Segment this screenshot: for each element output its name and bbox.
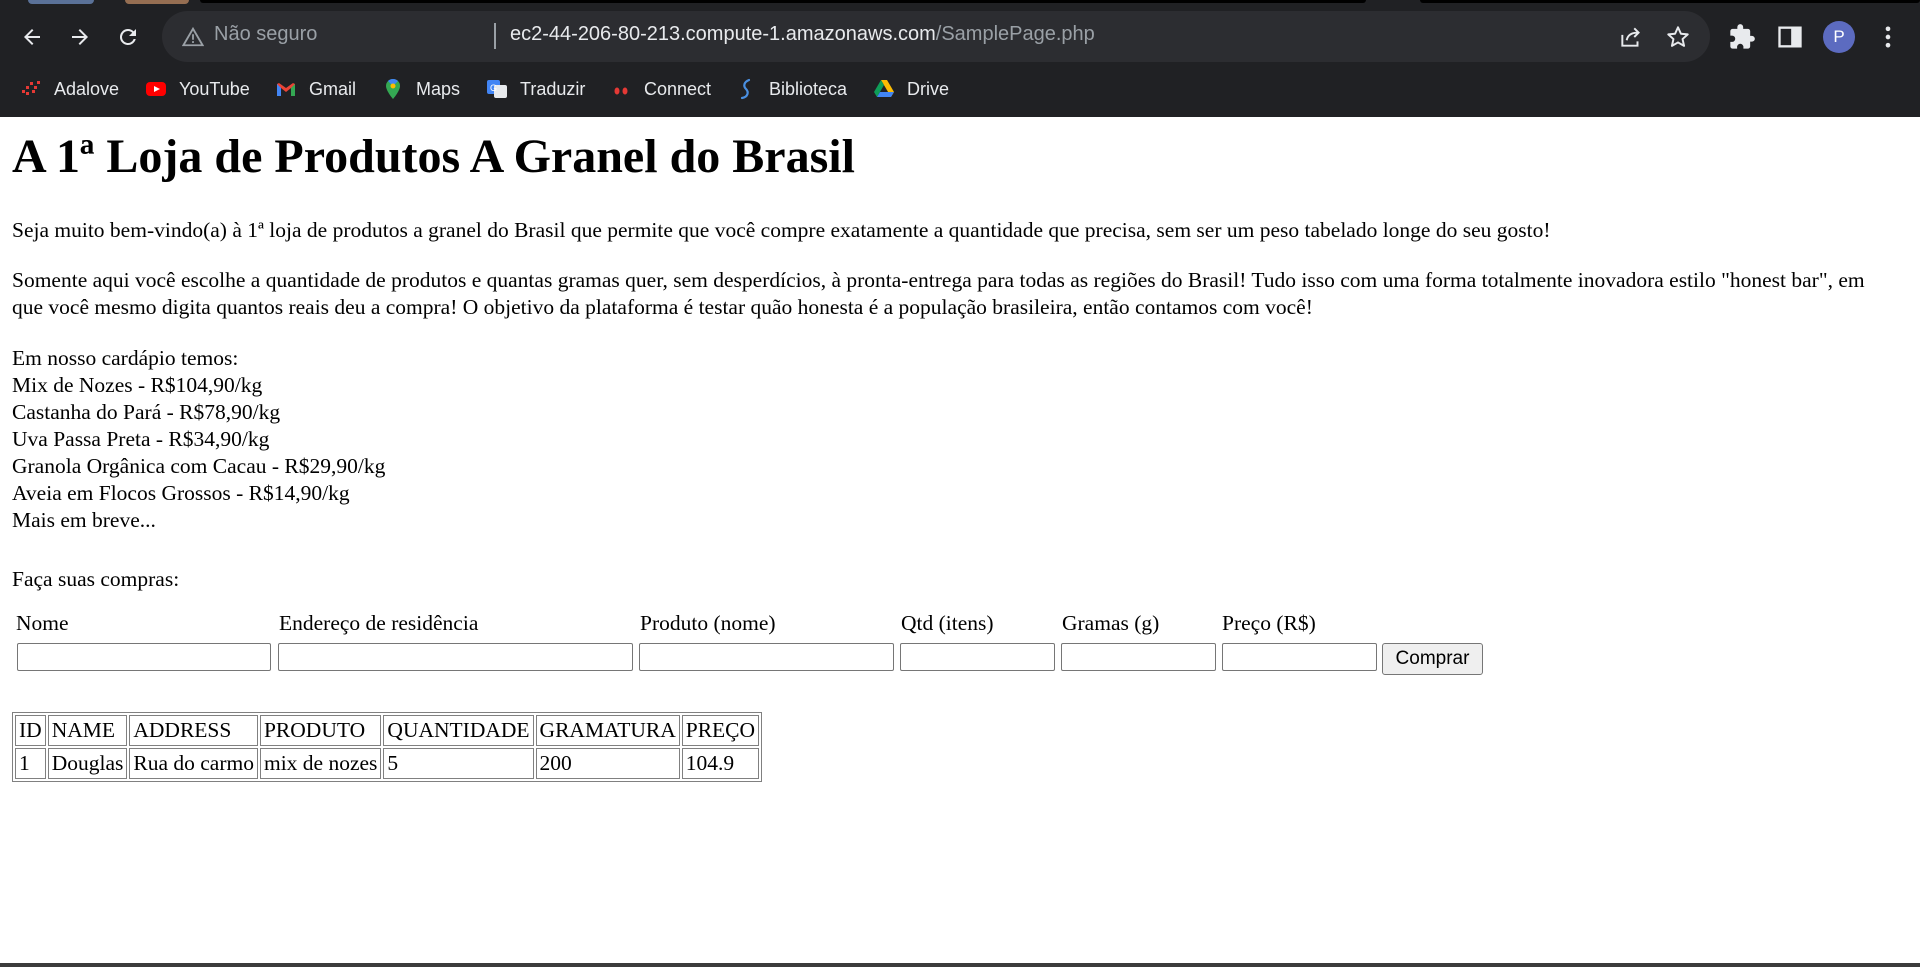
translate-icon: G [487,80,507,98]
forward-arrow-icon [72,29,88,45]
address-label: Endereço de residência [279,611,479,635]
intro-paragraph: Seja muito bem-vindo(a) à 1ª loja de pro… [12,218,1551,242]
side-panel-icon[interactable] [1776,23,1804,51]
table-cell-price: 104.9 [681,748,760,779]
bookmarks-bar: Adalove YouTube Gmail Maps G Traduzir Co… [0,68,1920,110]
description-paragraph: Somente aqui você escolhe a quantidade d… [12,268,1865,319]
column-header: NAME [47,715,128,746]
tab-3[interactable] [1420,0,1920,3]
bookmark-gmail[interactable]: Gmail [275,76,356,102]
menu-kebab-icon[interactable] [1874,22,1902,52]
back-arrow-icon [24,29,40,45]
bookmark-label: Adalove [54,78,120,99]
tab-2[interactable] [125,0,189,4]
buy-heading: Faça suas compras: [12,567,180,591]
url-host: ec2-44-206-80-213.compute-1.amazonaws.co… [510,23,936,45]
column-header: PRODUTO [259,715,382,746]
connect-icon [614,87,628,95]
biblioteca-icon [740,78,751,100]
gmail-icon [277,83,295,96]
address-bar[interactable]: Não seguro ec2-44-206-80-213.compute-1.a… [162,11,1710,62]
name-label: Nome [16,611,69,635]
product-label: Produto (nome) [640,611,776,635]
table-cell-product: mix de nozes [259,748,382,779]
grams-input[interactable] [1061,643,1216,671]
menu-item: Uva Passa Preta - R$34,90/kg [12,427,270,451]
reload-icon [119,28,136,45]
menu-item: Mais em breve... [12,508,156,532]
product-menu: Em nosso cardápio temos: Mix de Nozes - … [12,345,385,534]
orders-table: ID NAME ADDRESS PRODUTO QUANTIDADE GRAMA… [12,712,763,782]
bookmark-traduzir[interactable]: G Traduzir [486,76,585,102]
bookmark-label: YouTube [179,78,250,99]
grams-label: Gramas (g) [1062,611,1160,635]
back-button[interactable] [12,17,52,57]
comprar-button[interactable]: Comprar [1382,643,1483,675]
extensions-icon[interactable] [1728,23,1756,51]
page-content: A 1ª Loja de Produtos A Granel do Brasil… [12,117,1912,782]
menu-item: Castanha do Pará - R$78,90/kg [12,400,281,424]
bookmark-label: Connect [644,78,712,99]
url-text[interactable]: ec2-44-206-80-213.compute-1.amazonaws.co… [510,23,1095,46]
bookmark-biblioteca[interactable]: Biblioteca [735,76,847,102]
youtube-icon [146,82,166,96]
table-row: 1 Douglas Rua do carmo mix de nozes 5 20… [15,748,760,779]
price-input[interactable] [1222,643,1377,671]
maps-icon [386,78,400,99]
forward-button[interactable] [60,17,100,57]
bookmark-label: Gmail [309,78,357,99]
table-cell-id: 1 [15,748,46,779]
column-header: ADDRESS [129,715,258,746]
browser-toolbar: Não seguro ec2-44-206-80-213.compute-1.a… [0,6,1920,68]
column-header: ID [15,715,46,746]
reload-button[interactable] [108,17,148,57]
column-header: QUANTIDADE [383,715,534,746]
tab-1[interactable] [28,0,94,4]
drive-icon [874,80,894,97]
bookmark-label: Traduzir [520,78,586,99]
table-cell-address: Rua do carmo [129,748,258,779]
browser-chrome: Não seguro ec2-44-206-80-213.compute-1.a… [0,0,1920,117]
star-icon[interactable] [1665,24,1691,50]
bookmark-maps[interactable]: Maps [382,76,460,102]
window-bottom-edge [0,963,1920,967]
profile-avatar[interactable]: P [1823,21,1855,53]
adalove-icon [22,81,40,95]
menu-item: Mix de Nozes - R$104,90/kg [12,373,263,397]
table-header-row: ID NAME ADDRESS PRODUTO QUANTIDADE GRAMA… [15,715,760,746]
quantity-input[interactable] [900,643,1055,671]
security-label[interactable]: Não seguro [214,23,317,46]
warning-icon[interactable] [182,26,204,48]
divider [494,23,496,49]
column-header: GRAMATURA [535,715,680,746]
quantity-label: Qtd (itens) [901,611,994,635]
menu-item: Granola Orgânica com Cacau - R$29,90/kg [12,454,386,478]
page-title: A 1ª Loja de Produtos A Granel do Brasil [12,130,855,183]
column-header: PREÇO [681,715,760,746]
name-input[interactable] [17,643,271,671]
table-cell-quantity: 5 [383,748,534,779]
bookmark-connect[interactable]: Connect [610,76,711,102]
bookmark-label: Drive [907,78,950,99]
url-path: /SamplePage.php [935,23,1095,45]
bookmark-youtube[interactable]: YouTube [145,76,250,102]
price-label: Preço (R$) [1222,611,1316,635]
product-input[interactable] [639,643,894,671]
address-input[interactable] [278,643,633,671]
share-icon[interactable] [1618,24,1644,50]
menu-item: Aveia em Flocos Grossos - R$14,90/kg [12,481,350,505]
bookmark-label: Maps [416,78,461,99]
menu-heading: Em nosso cardápio temos: [12,346,239,370]
svg-text:G: G [490,83,497,93]
bookmark-adalove[interactable]: Adalove [20,76,119,102]
table-cell-grams: 200 [535,748,680,779]
bookmark-drive[interactable]: Drive [873,76,949,102]
bookmark-label: Biblioteca [769,78,848,99]
table-cell-name: Douglas [47,748,128,779]
tab-active[interactable] [200,0,1366,3]
